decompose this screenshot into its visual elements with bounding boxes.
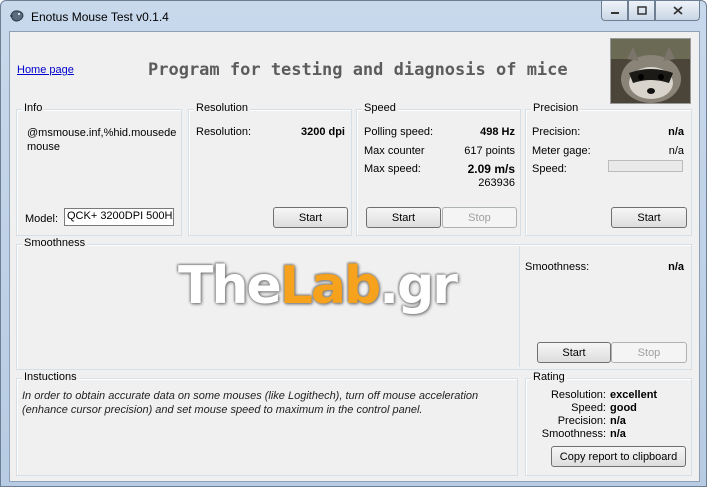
max-speed-label: Max speed: [364, 163, 421, 175]
info-group-title: Info [22, 102, 45, 114]
driver-text-line1: @msmouse.inf,%hid.mousede [27, 127, 177, 139]
minimize-button[interactable] [601, 1, 628, 21]
raccoon-photo [610, 38, 691, 104]
smoothness-group: Smoothness TheLab.gr Smoothness: n/a Sta… [16, 237, 692, 370]
copy-report-button[interactable]: Copy report to clipboard [551, 446, 686, 467]
rating-precision-label: Precision: [557, 415, 606, 427]
watermark-logo: TheLab.gr [178, 256, 458, 316]
watermark-part1: The [178, 256, 282, 316]
home-page-link[interactable]: Home page [17, 64, 74, 76]
caption-buttons [601, 1, 700, 22]
meter-gage-value: n/a [668, 145, 684, 157]
rating-smoothness-label: Smoothness: [541, 428, 606, 440]
model-label: Model: [25, 213, 59, 225]
smoothness-divider [519, 246, 520, 367]
max-speed-value: 2.09 m/s [467, 162, 515, 176]
speed-start-button[interactable]: Start [366, 207, 441, 228]
info-group: Info @msmouse.inf,%hid.mousede mouse Mod… [16, 102, 182, 236]
driver-text-line2: mouse [27, 141, 61, 153]
client-area: Home page Program for testing and diagno… [9, 31, 700, 482]
max-speed-counter: 263936 [478, 177, 515, 189]
speed-group-title: Speed [362, 102, 398, 114]
rating-speed-label: Speed: [571, 402, 606, 414]
instructions-group: Instuctions In order to obtain accurate … [16, 371, 518, 476]
minimize-icon [610, 11, 619, 14]
max-counter-value: 617 points [464, 145, 515, 157]
page-headline: Program for testing and diagnosis of mic… [148, 60, 568, 80]
maximize-icon [636, 6, 647, 15]
meter-gage-label: Meter gage: [532, 145, 591, 157]
resolution-start-button[interactable]: Start [273, 207, 348, 228]
watermark-part3: .gr [379, 256, 458, 316]
speed-group: Speed Polling speed: 498 Hz Max counter … [356, 102, 521, 236]
polling-speed-value: 498 Hz [480, 126, 515, 138]
polling-speed-label: Polling speed: [364, 126, 434, 138]
rating-resolution-label: Resolution: [550, 389, 606, 401]
rating-precision-value: n/a [610, 415, 626, 427]
rating-group: Rating Resolution: excellent Speed: good… [525, 371, 692, 476]
precision-group: Precision Precision: n/a Meter gage: n/a… [525, 102, 692, 236]
precision-speed-box [608, 160, 683, 172]
model-field[interactable]: QCK+ 3200DPI 500HZ [64, 208, 174, 226]
smoothness-value: n/a [668, 261, 684, 273]
speed-stop-button[interactable]: Stop [442, 207, 517, 228]
resolution-group: Resolution Resolution: 3200 dpi Start [188, 102, 352, 236]
rating-group-title: Rating [531, 371, 567, 383]
precision-value: n/a [668, 126, 684, 138]
resolution-group-title: Resolution [194, 102, 250, 114]
smoothness-plot-area[interactable]: TheLab.gr [18, 246, 518, 367]
resolution-label: Resolution: [196, 126, 252, 138]
resolution-value: 3200 dpi [300, 126, 345, 138]
watermark-part2: Lab [279, 256, 381, 316]
precision-label: Precision: [532, 126, 581, 138]
smoothness-stop-button[interactable]: Stop [611, 342, 687, 363]
maximize-button[interactable] [628, 1, 655, 21]
window-title: Enotus Mouse Test v0.1.4 [31, 10, 169, 24]
smoothness-label: Smoothness: [525, 261, 590, 273]
instructions-text: In order to obtain accurate data on some… [22, 390, 479, 416]
rating-speed-value: good [610, 402, 637, 414]
title-bar[interactable]: Enotus Mouse Test v0.1.4 [1, 1, 706, 31]
rating-resolution-value: excellent [610, 389, 658, 401]
rating-smoothness-value: n/a [610, 428, 626, 440]
precision-group-title: Precision [531, 102, 581, 114]
precision-start-button[interactable]: Start [611, 207, 687, 228]
instructions-group-title: Instuctions [22, 371, 79, 383]
max-counter-label: Max counter [364, 145, 425, 157]
app-window: Enotus Mouse Test v0.1.4 Home page Progr… [0, 0, 707, 487]
close-icon [672, 6, 683, 15]
smoothness-start-button[interactable]: Start [537, 342, 611, 363]
mouse-app-icon [10, 10, 24, 22]
precision-speed-label: Speed: [532, 163, 567, 175]
close-button[interactable] [655, 1, 700, 21]
